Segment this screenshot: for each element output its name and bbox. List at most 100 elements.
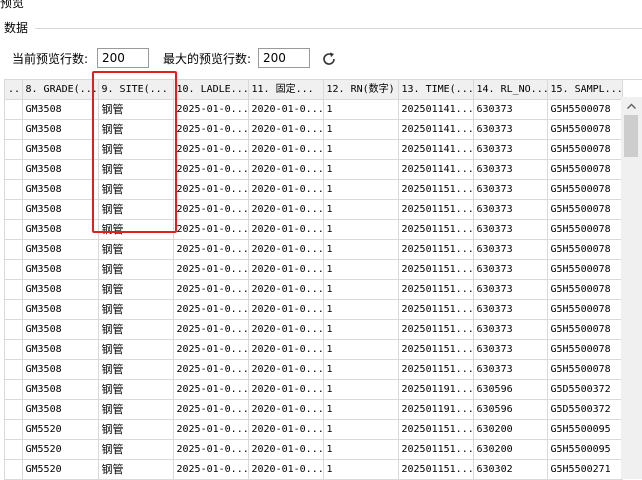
sample-cell: G5H5500095 bbox=[547, 439, 623, 460]
vertical-scrollbar[interactable] bbox=[621, 97, 642, 479]
table-row[interactable]: GM3508 钢管 2025-01-0... 2020-01-0... 1 2025011… bbox=[5, 219, 623, 240]
ladle-cell: 2025-01-0... bbox=[173, 299, 249, 320]
table-row[interactable]: GM3508 钢管 2025-01-0... 2020-01-0... 1 2025011… bbox=[5, 119, 623, 140]
ladle-cell: 2025-01-0... bbox=[173, 119, 249, 140]
max-rows-input[interactable] bbox=[258, 48, 310, 68]
rl-no-cell: 630302 bbox=[473, 459, 548, 480]
time-cell: 202501151... bbox=[398, 219, 474, 240]
sample-cell: G5H5500078 bbox=[547, 339, 623, 360]
rl-no-cell: 630373 bbox=[473, 279, 548, 300]
data-grid[interactable]: ... 8. GRADE(... 9. SITE(... 10. LADLE..… bbox=[4, 79, 642, 480]
rn-cell: 1 bbox=[323, 159, 399, 180]
table-row[interactable]: GM3508 钢管 2025-01-0... 2020-01-0... 1 2025011… bbox=[5, 339, 623, 360]
fixed-cell: 2020-01-0... bbox=[248, 359, 324, 380]
table-row[interactable]: GM5520 钢管 2025-01-0... 2020-01-0... 1 2025011… bbox=[5, 419, 623, 440]
rn-cell: 1 bbox=[323, 319, 399, 340]
time-cell: 202501151... bbox=[398, 439, 474, 460]
table-row[interactable]: GM3508 钢管 2025-01-0... 2020-01-0... 1 2025011… bbox=[5, 259, 623, 280]
site-cell: 钢管 bbox=[98, 299, 174, 320]
table-row[interactable]: GM3508 钢管 2025-01-0... 2020-01-0... 1 2025011… bbox=[5, 99, 623, 120]
time-cell: 202501191... bbox=[398, 399, 474, 420]
rl-no-cell: 630596 bbox=[473, 379, 548, 400]
refresh-icon bbox=[323, 52, 335, 65]
sample-cell: G5H5500078 bbox=[547, 99, 623, 120]
sample-cell: G5H5500078 bbox=[547, 319, 623, 340]
row-marker-cell bbox=[5, 379, 23, 400]
ladle-cell: 2025-01-0... bbox=[173, 419, 249, 440]
row-marker-cell bbox=[5, 139, 23, 160]
table-row[interactable]: GM3508 钢管 2025-01-0... 2020-01-0... 1 2025011… bbox=[5, 139, 623, 160]
ladle-cell: 2025-01-0... bbox=[173, 459, 249, 480]
table-row[interactable]: GM3508 钢管 2025-01-0... 2020-01-0... 1 2025011… bbox=[5, 319, 623, 340]
row-marker-cell bbox=[5, 299, 23, 320]
table-row[interactable]: GM3508 钢管 2025-01-0... 2020-01-0... 1 2025011… bbox=[5, 239, 623, 260]
table-row[interactable]: GM3508 钢管 2025-01-0... 2020-01-0... 1 2025011… bbox=[5, 379, 623, 400]
ladle-cell: 2025-01-0... bbox=[173, 319, 249, 340]
fixed-cell: 2020-01-0... bbox=[248, 339, 324, 360]
ladle-cell: 2025-01-0... bbox=[173, 99, 249, 120]
rn-cell: 1 bbox=[323, 399, 399, 420]
table-row[interactable]: GM3508 钢管 2025-01-0... 2020-01-0... 1 2025011… bbox=[5, 359, 623, 380]
table-row[interactable]: GM3508 钢管 2025-01-0... 2020-01-0... 1 2025011… bbox=[5, 299, 623, 320]
table-row[interactable]: GM3508 钢管 2025-01-0... 2020-01-0... 1 2025011… bbox=[5, 179, 623, 200]
site-cell: 钢管 bbox=[98, 239, 174, 260]
column-header-time[interactable]: 13. TIME(... bbox=[398, 80, 474, 100]
table-row[interactable]: GM3508 钢管 2025-01-0... 2020-01-0... 1 2025011… bbox=[5, 199, 623, 220]
site-cell: 钢管 bbox=[98, 439, 174, 460]
grade-cell: GM3508 bbox=[22, 259, 99, 280]
column-header-grade[interactable]: 8. GRADE(... bbox=[22, 80, 99, 100]
grade-cell: GM3508 bbox=[22, 379, 99, 400]
column-header-sample[interactable]: 15. SAMPL... bbox=[547, 80, 623, 100]
time-cell: 202501151... bbox=[398, 179, 474, 200]
rl-no-cell: 630373 bbox=[473, 239, 548, 260]
row-marker-cell bbox=[5, 239, 23, 260]
site-cell: 钢管 bbox=[98, 159, 174, 180]
table-row[interactable]: GM3508 钢管 2025-01-0... 2020-01-0... 1 2025011… bbox=[5, 159, 623, 180]
rl-no-cell: 630596 bbox=[473, 399, 548, 420]
site-cell: 钢管 bbox=[98, 179, 174, 200]
column-header-ladle[interactable]: 10. LADLE... bbox=[173, 80, 249, 100]
header-row: ... 8. GRADE(... 9. SITE(... 10. LADLE..… bbox=[5, 80, 623, 100]
scroll-up-button[interactable] bbox=[621, 97, 642, 114]
site-cell: 钢管 bbox=[98, 399, 174, 420]
grade-cell: GM3508 bbox=[22, 159, 99, 180]
sample-cell: G5H5500078 bbox=[547, 259, 623, 280]
table-row[interactable]: GM3508 钢管 2025-01-0... 2020-01-0... 1 2025011… bbox=[5, 279, 623, 300]
table-row[interactable]: GM3508 钢管 2025-01-0... 2020-01-0... 1 2025011… bbox=[5, 399, 623, 420]
row-marker-cell bbox=[5, 399, 23, 420]
column-header[interactable]: ... bbox=[5, 80, 23, 100]
table-row[interactable]: GM5520 钢管 2025-01-0... 2020-01-0... 1 2025011… bbox=[5, 439, 623, 460]
rn-cell: 1 bbox=[323, 299, 399, 320]
column-header-site[interactable]: 9. SITE(... bbox=[98, 80, 174, 100]
current-rows-input[interactable] bbox=[97, 48, 149, 68]
grade-cell: GM3508 bbox=[22, 99, 99, 120]
time-cell: 202501151... bbox=[398, 459, 474, 480]
row-marker-cell bbox=[5, 359, 23, 380]
fixed-cell: 2020-01-0... bbox=[248, 119, 324, 140]
rl-no-cell: 630200 bbox=[473, 439, 548, 460]
sample-cell: G5H5500078 bbox=[547, 139, 623, 160]
site-cell: 钢管 bbox=[98, 139, 174, 160]
scroll-up-arrow-icon bbox=[627, 103, 636, 109]
grade-cell: GM3508 bbox=[22, 359, 99, 380]
grade-cell: GM3508 bbox=[22, 339, 99, 360]
rl-no-cell: 630373 bbox=[473, 319, 548, 340]
row-marker-cell bbox=[5, 159, 23, 180]
column-header-rl-no[interactable]: 14. RL_NO... bbox=[473, 80, 548, 100]
ladle-cell: 2025-01-0... bbox=[173, 279, 249, 300]
sample-cell: G5H5500078 bbox=[547, 299, 623, 320]
preview-toolbar: 当前预览行数: 最大的预览行数: bbox=[0, 48, 642, 70]
rl-no-cell: 630373 bbox=[473, 119, 548, 140]
column-header-fixed[interactable]: 11. 固定... bbox=[248, 80, 324, 100]
sample-cell: G5H5500078 bbox=[547, 119, 623, 140]
sample-cell: G5H5500078 bbox=[547, 279, 623, 300]
refresh-button[interactable] bbox=[318, 48, 340, 70]
table-row[interactable]: GM5520 钢管 2025-01-0... 2020-01-0... 1 2025011… bbox=[5, 459, 623, 480]
grade-cell: GM3508 bbox=[22, 319, 99, 340]
time-cell: 202501151... bbox=[398, 339, 474, 360]
sample-cell: G5H5500271 bbox=[547, 459, 623, 480]
column-header-rn[interactable]: 12. RN(数字) bbox=[323, 80, 399, 100]
scroll-thumb[interactable] bbox=[624, 115, 638, 157]
rl-no-cell: 630373 bbox=[473, 159, 548, 180]
rl-no-cell: 630373 bbox=[473, 339, 548, 360]
